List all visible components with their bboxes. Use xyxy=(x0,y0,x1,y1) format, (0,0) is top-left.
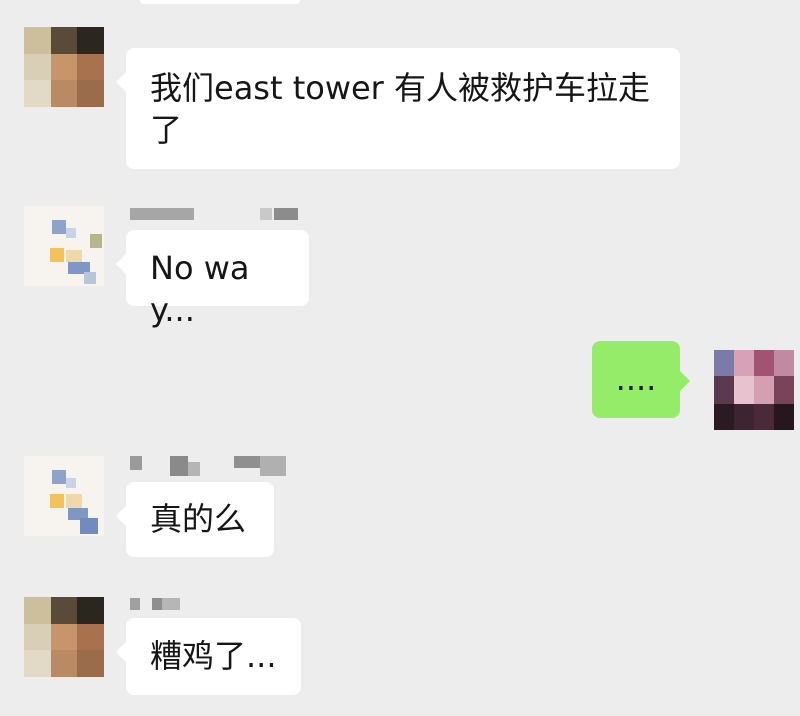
incoming-message-bubble[interactable]: 我们east tower 有人被救护车拉走了 xyxy=(116,48,680,169)
sender-name-blurred xyxy=(130,598,190,610)
sender-name-blurred xyxy=(130,208,300,220)
avatar[interactable] xyxy=(714,350,794,430)
message-text: No way... xyxy=(150,249,250,329)
avatar[interactable] xyxy=(24,206,104,286)
message-text: 糟鸡了... xyxy=(150,637,277,675)
avatar[interactable] xyxy=(24,597,104,677)
previous-message-bubble-edge xyxy=(140,0,300,4)
avatar[interactable] xyxy=(24,27,104,107)
message-text: 真的么 xyxy=(150,500,247,538)
outgoing-message-bubble[interactable]: .... xyxy=(592,341,690,418)
message-text: .... xyxy=(615,360,657,398)
message-text: 我们east tower 有人被救护车拉走了 xyxy=(150,69,651,149)
sender-name-blurred xyxy=(130,456,290,478)
avatar[interactable] xyxy=(24,456,104,536)
incoming-message-bubble[interactable]: 真的么 xyxy=(116,482,274,557)
incoming-message-bubble[interactable]: No way... xyxy=(116,230,309,329)
incoming-message-bubble[interactable]: 糟鸡了... xyxy=(116,618,301,695)
